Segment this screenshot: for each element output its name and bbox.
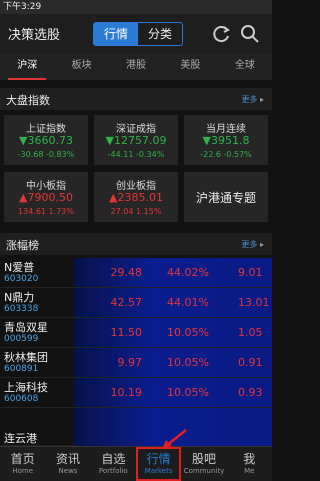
stock-change-amount: 13.01 (238, 296, 270, 309)
nav-community[interactable]: 股吧 Community (181, 447, 226, 481)
card-name: 中小板指 (26, 181, 66, 192)
stock-name: 上海科技 (4, 381, 48, 394)
status-time: 下午3:29 (3, 2, 42, 12)
stock-name: 秋林集团 (4, 351, 48, 364)
stock-code: 000599 (4, 334, 39, 344)
card-name: 沪港通专题 (195, 190, 256, 205)
card-change: -22.6 -0.57% (200, 150, 252, 159)
stock-change-pct: 10.05% (167, 356, 209, 369)
stock-change-amount: 1.05 (238, 326, 263, 339)
card-name: 深证成指 (116, 124, 156, 135)
stock-code: 603338 (4, 304, 39, 314)
stock-price: 11.50 (110, 326, 143, 339)
card-change: 134.61 1.73% (18, 207, 74, 216)
app-title: 决策选股 (8, 28, 61, 43)
table-row[interactable]: N爱普 603020 29.48 44.02% 9.01 (0, 258, 272, 288)
gainers-section-header: 涨幅榜 更多 ▸ (0, 233, 272, 255)
stock-change-pct: 10.05% (167, 326, 209, 339)
hk-connect-card[interactable]: 沪港通专题 (184, 172, 268, 222)
index-card-futures[interactable]: 当月连续 ▼3951.8 -22.6 -0.57% (184, 115, 268, 165)
tab-hk[interactable]: 港股 (109, 54, 163, 80)
stock-price: 9.97 (117, 356, 143, 369)
card-value: ▲2385.01 (109, 191, 163, 204)
stock-price: 42.57 (110, 296, 143, 309)
tab-global[interactable]: 全球 (218, 54, 272, 80)
top-bar: 决策选股 行情 分类 (0, 14, 272, 54)
stock-name: 青岛双星 (4, 321, 48, 334)
tab-hushen[interactable]: 沪深 (0, 54, 54, 80)
nav-home[interactable]: 首页 Home (0, 447, 45, 481)
segment-categories[interactable]: 分类 (138, 23, 182, 45)
index-card-sz[interactable]: 深证成指 ▼12757.09 -44.11 -0.34% (94, 115, 178, 165)
stock-name: N爱普 (4, 261, 35, 274)
stock-name: N鼎力 (4, 291, 35, 304)
tab-sectors[interactable]: 板块 (54, 54, 108, 80)
gainers-more-link[interactable]: 更多 ▸ (241, 239, 264, 250)
market-tabs: 沪深 板块 港股 美股 全球 (0, 54, 272, 80)
nav-markets[interactable]: 行情 Markets (135, 447, 182, 481)
table-row[interactable]: 上海科技 600608 10.19 10.05% 0.93 (0, 378, 272, 408)
stock-code: 603020 (4, 274, 39, 284)
stock-change-pct: 10.05% (167, 386, 209, 399)
stock-name: 连云港 (4, 432, 37, 445)
stock-change-amount: 0.93 (238, 386, 263, 399)
stock-price: 29.48 (110, 266, 143, 279)
nav-news[interactable]: 资讯 News (45, 447, 90, 481)
table-row[interactable]: 连云港 (0, 408, 272, 446)
refresh-icon[interactable] (212, 24, 232, 44)
stock-price: 10.19 (110, 386, 143, 399)
index-more-link[interactable]: 更多 ▸ (241, 94, 264, 105)
card-value: ▲7900.50 (19, 191, 73, 204)
table-row[interactable]: 秋林集团 600891 9.97 10.05% 0.91 (0, 348, 272, 378)
card-change: -30.68 -0.83% (17, 150, 75, 159)
card-name: 上证指数 (26, 124, 66, 135)
stock-code: 600891 (4, 364, 39, 374)
tab-us[interactable]: 美股 (163, 54, 217, 80)
card-change: 27.04 1.15% (110, 207, 162, 216)
status-bar: 下午3:29 (0, 0, 272, 14)
stock-change-pct: 44.02% (167, 266, 209, 279)
index-section-header: 大盘指数 更多 ▸ (0, 88, 272, 110)
table-row[interactable]: 青岛双星 000599 11.50 10.05% 1.05 (0, 318, 272, 348)
gainers-section-title: 涨幅榜 (6, 239, 39, 252)
search-icon[interactable] (240, 24, 260, 44)
index-card-sh[interactable]: 上证指数 ▼3660.73 -30.68 -0.83% (4, 115, 88, 165)
card-value: ▼3951.8 (202, 134, 250, 147)
stock-change-pct: 44.01% (167, 296, 209, 309)
card-name: 创业板指 (116, 181, 156, 192)
annotation-arrow-icon (162, 429, 187, 449)
index-card-chinext[interactable]: 创业板指 ▲2385.01 27.04 1.15% (94, 172, 178, 222)
card-change: -44.11 -0.34% (107, 150, 165, 159)
index-card-sme[interactable]: 中小板指 ▲7900.50 134.61 1.73% (4, 172, 88, 222)
stock-change-amount: 9.01 (238, 266, 263, 279)
card-value: ▼3660.73 (19, 134, 73, 147)
nav-me[interactable]: 我 Me (227, 447, 272, 481)
table-row[interactable]: N鼎力 603338 42.57 44.01% 13.01 (0, 288, 272, 318)
nav-portfolio[interactable]: 自选 Portfolio (91, 447, 136, 481)
stock-change-amount: 0.91 (238, 356, 263, 369)
index-section-title: 大盘指数 (6, 94, 50, 107)
bottom-nav: 首页 Home 资讯 News 自选 Portfolio 行情 Markets 股吧 Co… (0, 446, 272, 481)
card-value: ▼12757.09 (105, 134, 167, 147)
segment-markets[interactable]: 行情 (94, 23, 138, 45)
segmented-control: 行情 分类 (93, 22, 183, 46)
stock-code: 600608 (4, 394, 39, 404)
card-name: 当月连续 (206, 124, 246, 135)
